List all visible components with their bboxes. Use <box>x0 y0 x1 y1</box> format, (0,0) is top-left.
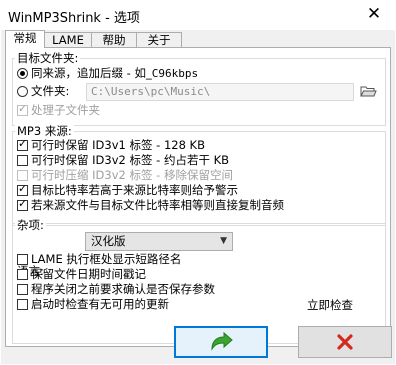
check-updates-box[interactable] <box>17 299 28 310</box>
red-x-icon <box>337 334 353 350</box>
close-icon[interactable]: ✕ <box>362 3 386 25</box>
confirm-save-box[interactable] <box>17 284 28 295</box>
short-path-checkbox[interactable]: LAME 执行框处显示短路径名 <box>17 251 181 267</box>
keep-timestamp-checkbox[interactable]: 保留文件日期时间戳记 <box>17 266 146 282</box>
keep-timestamp-box[interactable] <box>17 269 28 280</box>
target-folder-legend: 目标文件夹: <box>15 50 81 66</box>
language-value: 汉化版 <box>91 234 126 248</box>
dialog-client: 常规 LAME 帮助 关于 目标文件夹: 同来源，追加后缀 - 如_C96kbp… <box>1 30 395 364</box>
language-select[interactable]: 汉化版 ▼ <box>85 232 233 251</box>
check-updates-checkbox[interactable]: 启动时检查有无可用的更新 <box>17 296 169 312</box>
folder-open-icon[interactable] <box>359 83 379 101</box>
compress-id3v2-label: 可行时压缩 ID3v2 标签 - 移除保留空间 <box>31 168 233 182</box>
compress-id3v2-checkbox[interactable]: 可行时压缩 ID3v2 标签 - 移除保留空间 <box>17 167 233 183</box>
process-subfolders-box[interactable] <box>17 102 28 116</box>
keep-id3v1-checkbox[interactable]: 可行时保留 ID3v1 标签 - 128 KB <box>17 137 205 153</box>
ok-button[interactable] <box>174 326 268 358</box>
folder-path-field[interactable]: C:\Users\pc\Music\ <box>86 83 354 101</box>
same-source-label: 同来源，追加后缀 - 如_ <box>31 66 152 80</box>
tab-help[interactable]: 帮助 <box>91 32 137 47</box>
process-subfolders-label: 处理子文件夹 <box>31 103 100 117</box>
window-title: WinMP3Shrink - 选项 <box>8 11 140 26</box>
keep-id3v2-label: 可行时保留 ID3v2 标签 - 约占若干 KB <box>31 153 230 167</box>
tab-lame[interactable]: LAME <box>44 32 92 47</box>
keep-id3v1-label: 可行时保留 ID3v1 标签 - 128 KB <box>31 138 205 152</box>
keep-timestamp-label: 保留文件日期时间戳记 <box>31 267 146 281</box>
green-arrow-icon <box>211 331 233 351</box>
title-bar: WinMP3Shrink - 选项 ✕ <box>0 0 396 30</box>
check-updates-label: 启动时检查有无可用的更新 <box>31 297 169 311</box>
same-source-radio-button[interactable] <box>17 68 28 79</box>
process-subfolders-checkbox[interactable]: 处理子文件夹 <box>17 102 100 118</box>
confirm-save-checkbox[interactable]: 程序关闭之前要求确认是否保存参数 <box>17 281 215 297</box>
suffix-value: C96kbps <box>151 67 199 80</box>
copy-audio-label: 若来源文件与目标文件比特率相等则直接复制音频 <box>31 198 284 212</box>
folder-radio-button[interactable] <box>17 86 28 97</box>
misc-legend: 杂项: <box>15 217 46 233</box>
short-path-box[interactable] <box>17 254 28 265</box>
bitrate-warning-box[interactable] <box>17 182 28 196</box>
folder-radio[interactable]: 文件夹: <box>17 83 69 99</box>
folder-label: 文件夹: <box>31 84 70 98</box>
bitrate-warning-checkbox[interactable]: 目标比特率若高于来源比特率则给予警示 <box>17 182 238 198</box>
compress-id3v2-box[interactable] <box>17 170 28 181</box>
keep-id3v1-box[interactable] <box>17 137 28 151</box>
cancel-button[interactable] <box>298 326 392 358</box>
copy-audio-checkbox[interactable]: 若来源文件与目标文件比特率相等则直接复制音频 <box>17 197 284 213</box>
copy-audio-box[interactable] <box>17 197 28 211</box>
check-now-link[interactable]: 立即检查 <box>307 297 353 313</box>
bitrate-warning-label: 目标比特率若高于来源比特率则给予警示 <box>31 183 238 197</box>
confirm-save-label: 程序关闭之前要求确认是否保存参数 <box>31 282 215 296</box>
tab-about[interactable]: 关于 <box>136 32 182 47</box>
same-source-radio[interactable]: 同来源，追加后缀 - 如_C96kbps <box>17 65 198 81</box>
tab-general[interactable]: 常规 <box>5 30 45 48</box>
keep-id3v2-checkbox[interactable]: 可行时保留 ID3v2 标签 - 约占若干 KB <box>17 152 229 168</box>
keep-id3v2-box[interactable] <box>17 155 28 166</box>
short-path-label: LAME 执行框处显示短路径名 <box>31 252 182 266</box>
chevron-down-icon: ▼ <box>220 236 227 246</box>
